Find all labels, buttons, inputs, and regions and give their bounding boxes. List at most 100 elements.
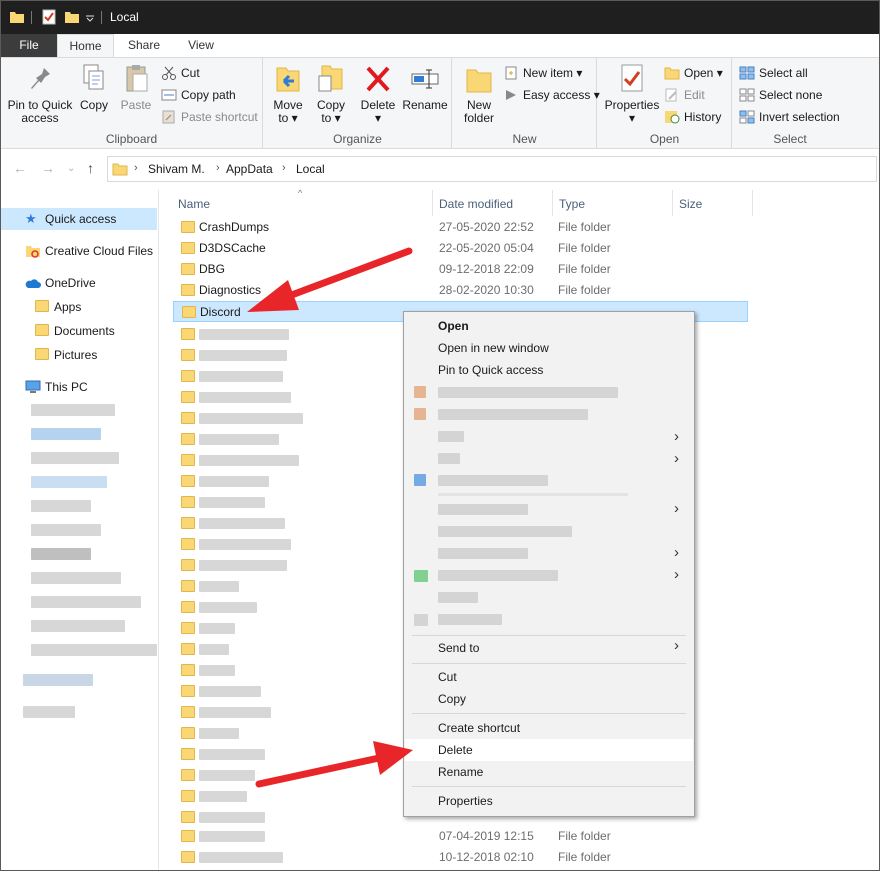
divider: [31, 11, 32, 24]
menu-item-create-shortcut[interactable]: Create shortcut: [405, 717, 693, 739]
blurred-menu-item[interactable]: [438, 475, 548, 486]
back-arrow-icon[interactable]: ←: [13, 160, 27, 176]
column-divider[interactable]: [552, 190, 553, 216]
nav-apps[interactable]: Apps: [1, 296, 157, 318]
folder-icon: [181, 454, 195, 466]
copy-button[interactable]: Copy: [77, 62, 111, 112]
column-divider[interactable]: [432, 190, 433, 216]
blurred-menu-item[interactable]: [438, 614, 502, 625]
column-date-header[interactable]: Date modified: [439, 197, 513, 211]
breadcrumb-local[interactable]: Local: [296, 162, 325, 176]
blurred-file-name: [199, 686, 261, 697]
blurred-menu-item[interactable]: [438, 548, 528, 559]
file-row[interactable]: 10-12-2018 02:10 File folder: [173, 847, 748, 868]
chevron-down-icon[interactable]: [85, 9, 95, 25]
up-arrow-icon[interactable]: ↑: [87, 160, 94, 176]
folder-icon: [181, 685, 195, 697]
menu-item-open-new-window[interactable]: Open in new window: [405, 337, 693, 359]
nav-this-pc[interactable]: This PC: [1, 376, 157, 398]
select-all-button[interactable]: Select all: [739, 63, 808, 83]
recent-locations-chevron-icon[interactable]: ⌄: [67, 163, 75, 174]
open-button[interactable]: Open ▾: [664, 63, 723, 83]
blurred-menu-item[interactable]: [438, 387, 618, 398]
ribbon: Pin to Quick access Copy Paste Cut Copy …: [1, 57, 879, 149]
new-folder-icon: [466, 69, 492, 93]
nav-onedrive[interactable]: OneDrive: [1, 272, 157, 294]
blurred-menu-icon: [414, 408, 426, 420]
file-row[interactable]: DBG 09-12-2018 22:09 File folder: [173, 259, 748, 280]
file-row[interactable]: Diagnostics 28-02-2020 10:30 File folder: [173, 280, 748, 301]
tab-home[interactable]: Home: [57, 34, 114, 58]
nav-documents[interactable]: Documents: [1, 320, 157, 342]
new-folder-icon[interactable]: [64, 9, 80, 25]
blurred-nav-item: [31, 452, 119, 464]
breadcrumb-user[interactable]: Shivam M.: [148, 162, 205, 176]
invert-selection-label: Invert selection: [759, 110, 840, 124]
column-divider[interactable]: [752, 190, 753, 216]
new-folder-button[interactable]: New folder: [459, 62, 499, 125]
copy-path-label: Copy path: [181, 88, 236, 102]
menu-item-send-to[interactable]: Send to: [405, 637, 693, 659]
blurred-menu-item[interactable]: [438, 409, 588, 420]
invert-selection-button[interactable]: Invert selection: [739, 107, 840, 127]
edit-button[interactable]: Edit: [664, 85, 705, 105]
copy-path-button[interactable]: Copy path: [161, 85, 236, 105]
tab-share[interactable]: Share: [118, 34, 170, 58]
paste-button[interactable]: Paste: [117, 62, 155, 112]
breadcrumb-separator-icon[interactable]: ›: [216, 162, 220, 174]
column-type-header[interactable]: Type: [559, 197, 585, 211]
blurred-menu-item[interactable]: [438, 453, 460, 464]
properties-label: Properties: [604, 98, 660, 112]
new-item-icon: [505, 66, 517, 80]
breadcrumb-appdata[interactable]: AppData: [226, 162, 273, 176]
column-divider[interactable]: [672, 190, 673, 216]
menu-item-cut[interactable]: Cut: [405, 666, 693, 688]
new-item-button[interactable]: New item ▾: [503, 63, 582, 83]
nav-creative-cloud[interactable]: Creative Cloud Files: [1, 240, 157, 262]
breadcrumb-separator-icon[interactable]: ›: [134, 162, 138, 174]
history-button[interactable]: History: [664, 107, 721, 127]
blurred-nav-item: [31, 524, 101, 536]
rename-label: Rename: [402, 98, 448, 112]
easy-access-button[interactable]: Easy access ▾: [503, 85, 600, 105]
menu-item-rename[interactable]: Rename: [405, 761, 693, 783]
file-row[interactable]: D3DSCache 22-05-2020 05:04 File folder: [173, 238, 748, 259]
copy-to-button[interactable]: Copy to ▾: [311, 62, 351, 125]
menu-item-open[interactable]: Open: [405, 315, 693, 337]
blurred-nav-item: [31, 572, 121, 584]
forward-arrow-icon[interactable]: →: [41, 160, 55, 176]
tab-file[interactable]: File: [1, 34, 57, 58]
edit-icon: [665, 88, 677, 102]
menu-item-properties[interactable]: Properties: [405, 790, 693, 812]
delete-button[interactable]: Delete ▾: [358, 62, 398, 125]
paste-shortcut-button[interactable]: Paste shortcut: [161, 107, 258, 127]
file-row[interactable]: 07-04-2019 12:15 File folder: [173, 826, 748, 847]
blurred-menu-item[interactable]: [438, 431, 464, 442]
pin-label-line1: Pin to Quick: [7, 98, 73, 112]
properties-button[interactable]: Properties ▾: [604, 62, 660, 125]
address-bar[interactable]: › Shivam M. › AppData › Local: [107, 156, 877, 182]
select-none-button[interactable]: Select none: [739, 85, 822, 105]
breadcrumb-separator-icon[interactable]: ›: [282, 162, 286, 174]
blurred-menu-item[interactable]: [438, 592, 478, 603]
blurred-menu-item[interactable]: [438, 570, 558, 581]
column-size-header[interactable]: Size: [679, 197, 702, 211]
file-date: 09-12-2018 22:09: [439, 262, 534, 276]
move-to-button[interactable]: Move to ▾: [268, 62, 308, 125]
blurred-nav-item: [23, 706, 75, 718]
cut-button[interactable]: Cut: [161, 63, 200, 83]
properties-icon[interactable]: [41, 9, 57, 25]
file-row[interactable]: CrashDumps 27-05-2020 22:52 File folder: [173, 217, 748, 238]
menu-item-delete[interactable]: Delete: [405, 739, 693, 761]
nav-pictures[interactable]: Pictures: [1, 344, 157, 366]
pin-quick-access-button[interactable]: Pin to Quick access: [5, 62, 75, 125]
blurred-menu-item[interactable]: [438, 504, 528, 515]
column-name-header[interactable]: Name: [178, 197, 210, 211]
menu-item-pin-quick-access[interactable]: Pin to Quick access: [405, 359, 693, 381]
tab-view[interactable]: View: [175, 34, 227, 58]
menu-item-copy[interactable]: Copy: [405, 688, 693, 710]
nav-quick-access[interactable]: ★ Quick access: [1, 208, 157, 230]
blurred-menu-item[interactable]: [438, 526, 572, 537]
folder-icon: [181, 349, 195, 361]
rename-button[interactable]: Rename: [402, 62, 448, 112]
